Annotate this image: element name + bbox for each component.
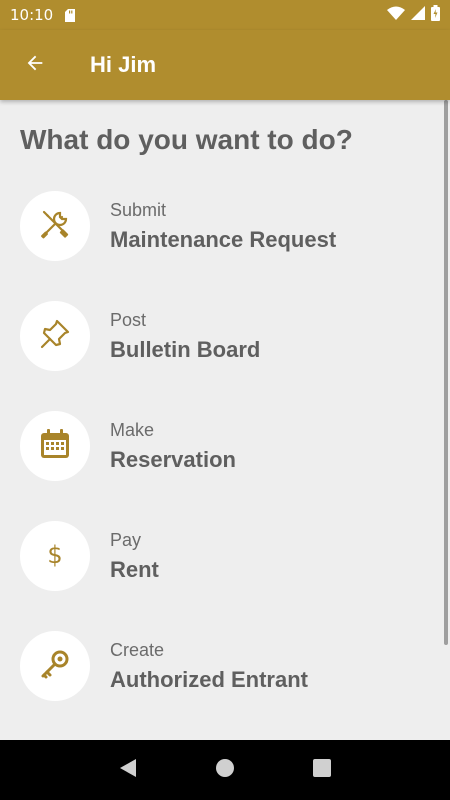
action-maintenance-request[interactable]: Submit Maintenance Request: [20, 190, 420, 262]
page-title: Hi Jim: [90, 52, 157, 77]
icon-circle: $: [20, 521, 90, 591]
status-bar: 10:10: [0, 0, 450, 30]
back-triangle-icon: [119, 758, 137, 783]
sd-card-icon: [65, 8, 76, 22]
status-time: 10:10: [10, 6, 54, 24]
action-rent[interactable]: $ Pay Rent: [20, 520, 420, 592]
action-verb: Create: [110, 639, 165, 660]
wifi-icon: [387, 6, 405, 25]
calendar-icon: [39, 428, 71, 465]
action-verb: Pay: [110, 529, 142, 550]
action-verb: Make: [110, 419, 155, 440]
icon-circle: [20, 301, 90, 371]
section-heading: What do you want to do?: [20, 124, 353, 155]
action-label: Bulletin Board: [110, 336, 261, 362]
action-reservation[interactable]: Make Reservation: [20, 410, 420, 482]
key-icon: [38, 647, 72, 686]
dollar-icon: $: [45, 539, 65, 574]
home-circle-icon: [215, 758, 235, 783]
signal-icon: [411, 5, 425, 25]
action-verb: Post: [110, 309, 147, 330]
icon-circle: [20, 631, 90, 701]
pushpin-icon: [39, 318, 71, 355]
main-content: What do you want to do? Submit Maintenan…: [0, 100, 450, 740]
recents-square-icon: [312, 758, 331, 782]
battery-icon: [431, 4, 440, 26]
action-bulletin-board[interactable]: Post Bulletin Board: [20, 300, 420, 372]
nav-recents-button[interactable]: [302, 750, 342, 790]
tools-icon: [38, 207, 72, 246]
action-authorized-entrant[interactable]: Create Authorized Entrant: [20, 630, 420, 702]
action-label: Reservation: [110, 446, 236, 472]
back-button[interactable]: [0, 30, 70, 100]
app-bar: Hi Jim: [0, 30, 450, 100]
action-label: Rent: [110, 556, 159, 582]
scrollbar[interactable]: [444, 100, 448, 645]
nav-home-button[interactable]: [205, 750, 245, 790]
action-label: Maintenance Request: [110, 226, 337, 252]
system-nav-bar: [0, 740, 450, 800]
action-verb: Submit: [110, 199, 167, 220]
action-label: Authorized Entrant: [110, 666, 308, 692]
icon-circle: [20, 191, 90, 261]
nav-back-button[interactable]: [108, 750, 148, 790]
arrow-left-icon: [24, 52, 46, 79]
icon-circle: [20, 411, 90, 481]
svg-text:$: $: [47, 541, 62, 569]
